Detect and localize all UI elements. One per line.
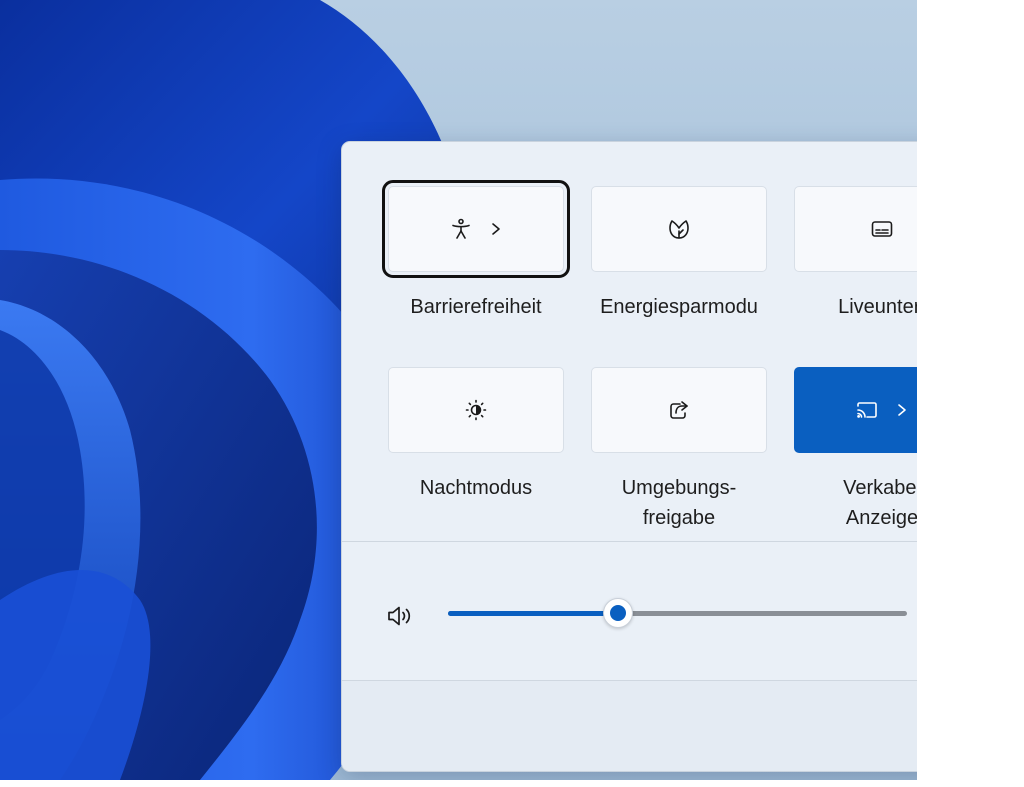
speaker-volume-icon[interactable]	[386, 603, 414, 629]
chevron-right-icon[interactable]	[489, 219, 503, 239]
tile-label-night-light: Nachtmodus	[419, 477, 533, 499]
night-light-tile[interactable]	[388, 367, 564, 453]
tile-label-live-captions: Liveuntert	[838, 296, 917, 318]
volume-slider-fill	[448, 611, 618, 616]
cast-tile[interactable]	[794, 367, 917, 453]
nearby-share-tile[interactable]	[591, 367, 767, 453]
cast-icon	[855, 398, 879, 422]
live-captions-tile[interactable]	[794, 186, 917, 272]
accessibility-tile[interactable]	[382, 180, 570, 278]
night-light-icon	[464, 398, 488, 422]
tile-label-cast: Verkabel Anzeige	[843, 477, 917, 529]
tile-label-energy-saver: Energiesparmodu	[600, 296, 758, 318]
energy-saver-leaf-icon	[667, 217, 691, 241]
chevron-right-icon[interactable]	[895, 400, 909, 420]
section-divider	[342, 541, 917, 542]
live-captions-icon	[870, 217, 894, 241]
quick-settings-footer	[342, 681, 917, 771]
quick-settings-flyout: Barrierefreiheit Energiesparmodu Liveunt…	[341, 141, 917, 772]
energy-saver-tile[interactable]	[591, 186, 767, 272]
volume-slider-thumb[interactable]	[603, 598, 633, 628]
tile-label-nearby-share: Umgebungs- freigabe	[621, 477, 737, 529]
accessibility-icon	[449, 217, 473, 241]
nearby-share-icon	[667, 398, 691, 422]
desktop: Barrierefreiheit Energiesparmodu Liveunt…	[0, 0, 917, 780]
tile-label-accessibility: Barrierefreiheit	[410, 296, 542, 318]
